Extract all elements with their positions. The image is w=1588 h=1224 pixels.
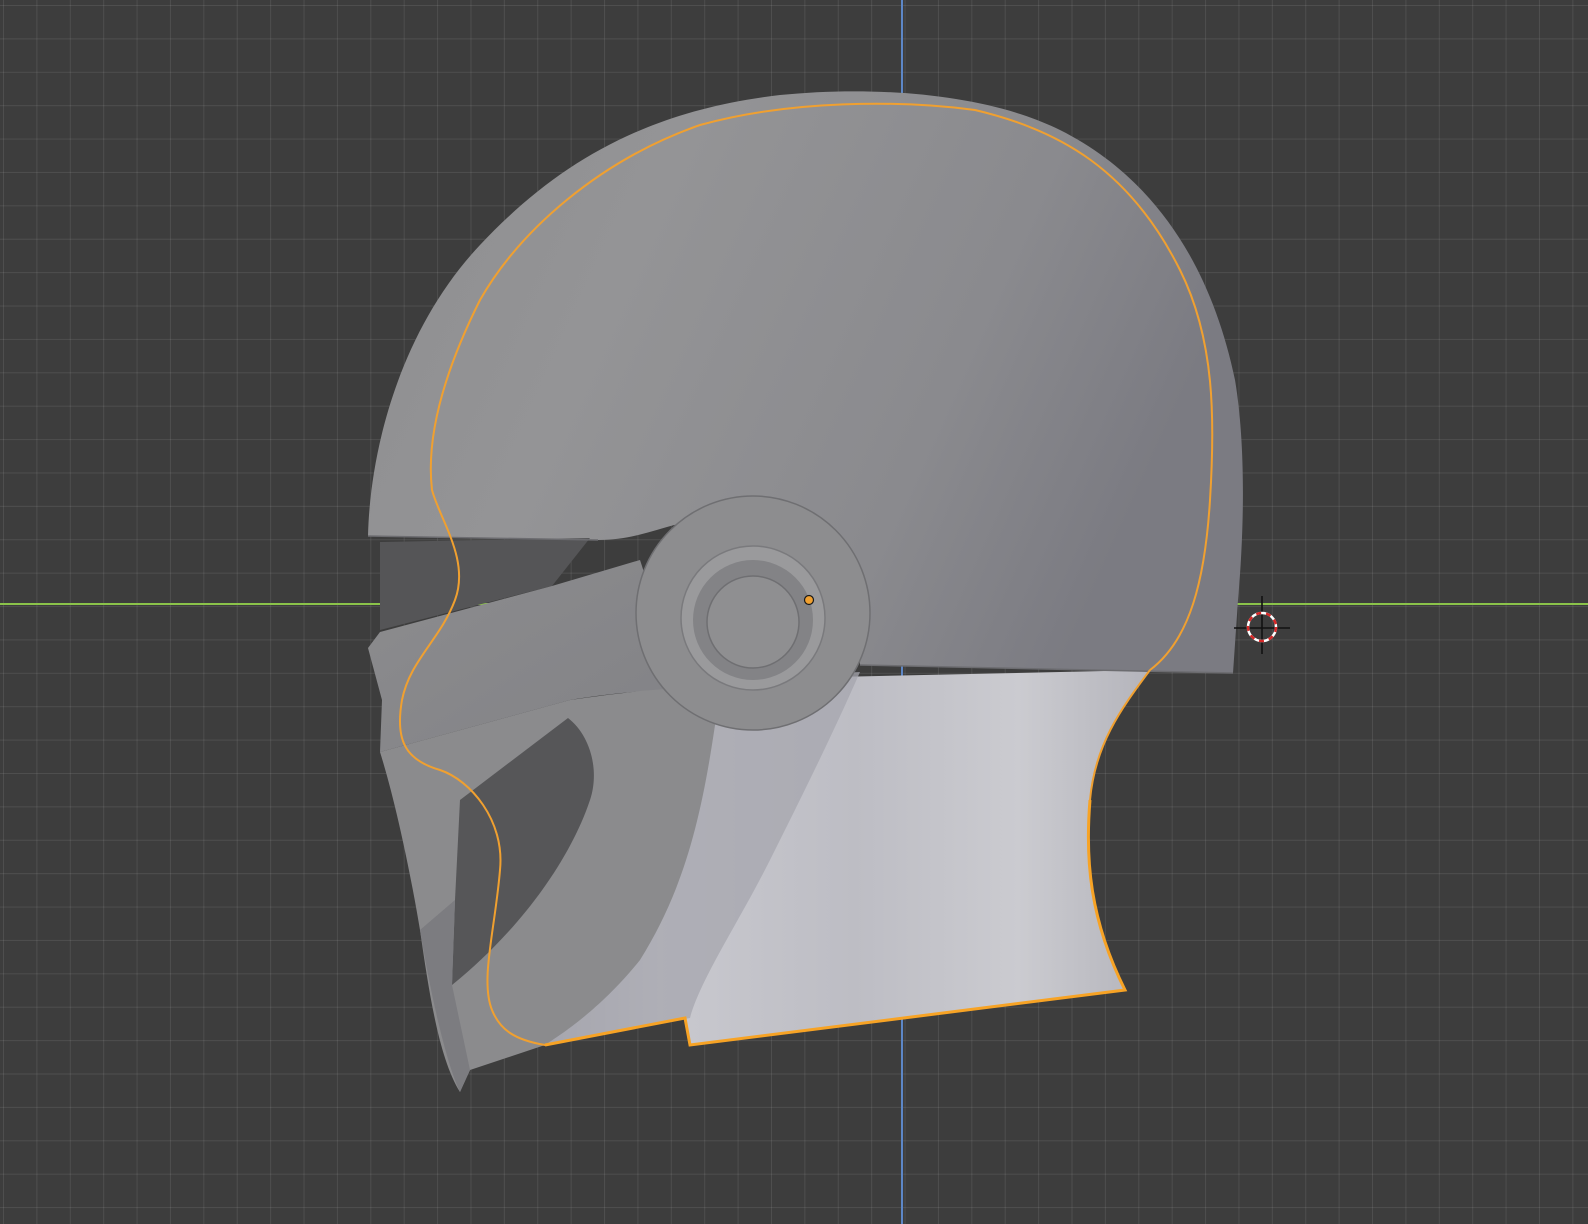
viewport-canvas[interactable] — [0, 0, 1588, 1224]
helmet-mesh[interactable] — [367, 91, 1243, 1092]
3d-viewport[interactable] — [0, 0, 1588, 1224]
helmet-ear-disc[interactable] — [635, 495, 871, 731]
object-origin-icon[interactable] — [803, 594, 815, 606]
